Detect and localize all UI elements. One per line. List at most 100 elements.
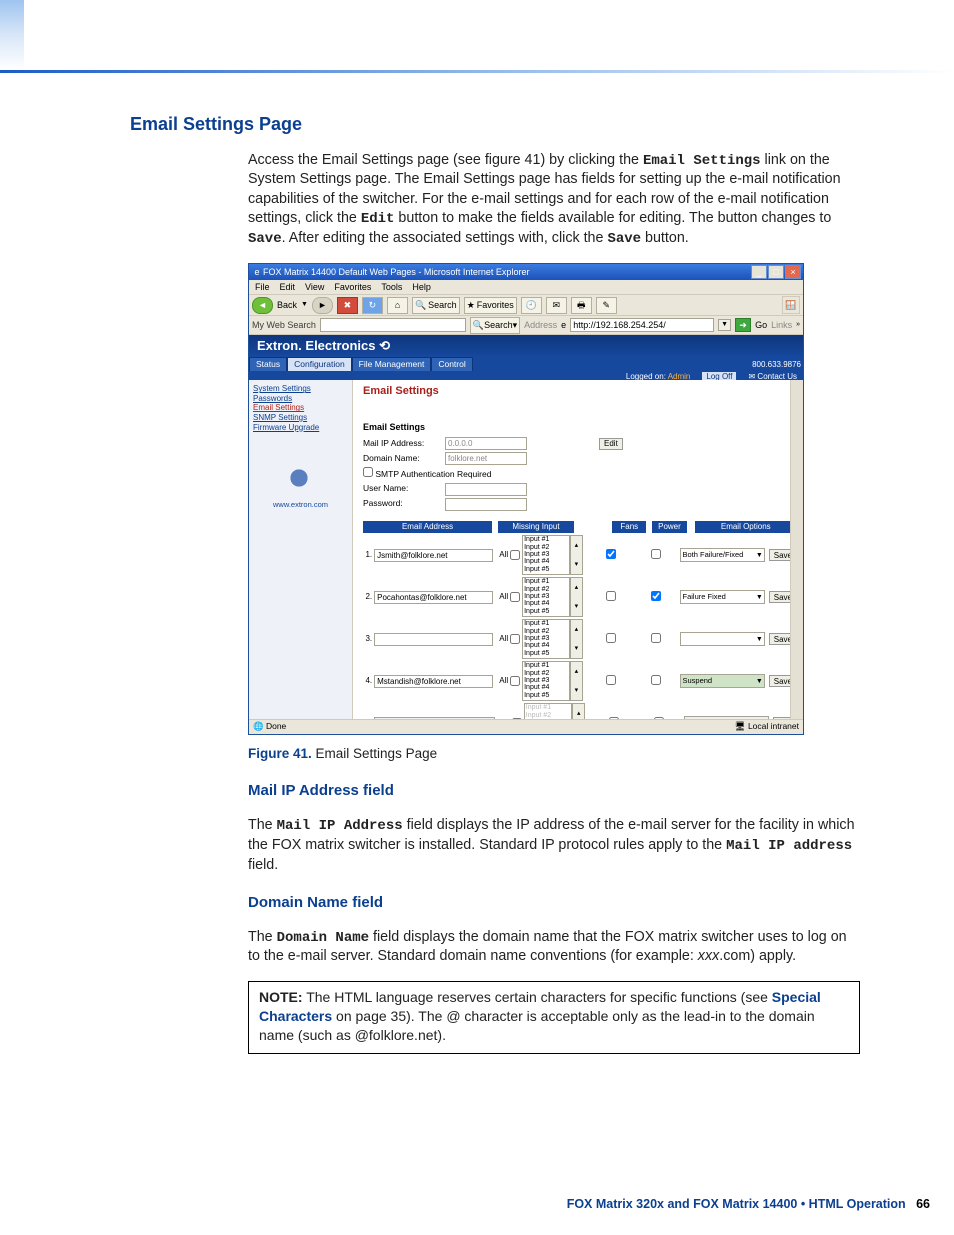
power-cell [640,591,673,605]
fans-checkbox[interactable] [606,591,616,601]
input-list[interactable]: Input #1Input #2Input #3Input #4Input #5 [522,577,570,617]
web-search-input[interactable] [320,318,466,332]
menu-file[interactable]: File [255,281,270,293]
power-checkbox[interactable] [651,675,661,685]
domain-input[interactable] [445,452,527,465]
kw-mail-ip: Mail IP Address [277,818,403,834]
menu-edit[interactable]: Edit [280,281,296,293]
input-list[interactable]: Input #1Input #2Input #3Input #4Input #5 [522,661,570,701]
email-options-select[interactable]: Both Failure/Fixed▼ [680,548,764,562]
links-expand-icon[interactable]: » [796,320,800,329]
input-list-scroll[interactable]: ▴▾ [570,577,583,617]
section-heading: Email Settings [363,421,797,433]
edit-button[interactable]: ✎ [596,297,617,314]
email-row: 2.AllInput #1Input #2Input #3Input #4Inp… [363,577,797,617]
page-favicon-icon: e [561,319,566,331]
email-input[interactable] [374,591,493,604]
menu-tools[interactable]: Tools [381,281,402,293]
side-firmware-upgrade[interactable]: Firmware Upgrade [253,423,348,433]
vertical-scrollbar[interactable] [790,380,803,720]
tab-bar: Status Configuration File Management Con… [249,357,803,371]
scroll-down-icon[interactable]: ▾ [571,681,582,700]
side-system-settings[interactable]: System Settings [253,384,348,394]
scroll-down-icon[interactable]: ▾ [571,597,582,616]
screenshot-ie-window: e FOX Matrix 14400 Default Web Pages - M… [248,263,804,735]
tab-file-management[interactable]: File Management [352,357,432,371]
minimize-button[interactable]: _ [751,265,767,279]
smtp-auth-checkbox[interactable] [363,467,373,477]
web-search-go[interactable]: 🔍Search ▾ [470,317,520,334]
scroll-up-icon[interactable]: ▴ [571,662,582,681]
mail-ip-input[interactable] [445,437,527,450]
refresh-button[interactable]: ↻ [362,297,383,314]
input-list-scroll[interactable]: ▴▾ [570,661,583,701]
option-value: Failure Fixed [682,592,725,602]
input-list-scroll[interactable]: ▴▾ [570,619,583,659]
power-checkbox[interactable] [651,633,661,643]
fans-checkbox[interactable] [606,633,616,643]
domain-heading: Domain Name field [248,893,860,913]
fans-checkbox[interactable] [606,549,616,559]
username-input[interactable] [445,483,527,496]
input-list[interactable]: Input #1Input #2Input #3Input #4Input #5 [522,535,570,575]
menu-bar: File Edit View Favorites Tools Help [249,280,803,295]
scroll-down-icon[interactable]: ▾ [571,639,582,658]
menu-help[interactable]: Help [412,281,431,293]
side-email-settings[interactable]: Email Settings [253,403,348,413]
email-input[interactable] [374,675,493,688]
history-button[interactable]: 🕘 [521,297,542,314]
kw-domain-name: Domain Name [277,930,369,946]
power-checkbox[interactable] [651,549,661,559]
all-checkbox[interactable] [510,592,520,602]
phone-number: 800.633.9876 [752,360,803,371]
all-checkbox[interactable] [510,634,520,644]
power-checkbox[interactable] [651,591,661,601]
password-input[interactable] [445,498,527,511]
email-input[interactable] [374,549,493,562]
home-button[interactable]: ⌂ [387,297,408,314]
email-options-select[interactable]: ▼ [680,632,764,646]
address-input[interactable] [570,318,714,332]
fans-checkbox[interactable] [606,675,616,685]
tab-status[interactable]: Status [249,357,287,371]
go-button[interactable]: ➜ [735,318,751,332]
stop-button[interactable]: ✖ [337,297,358,314]
scroll-up-icon[interactable]: ▴ [571,620,582,639]
close-button[interactable]: × [785,265,801,279]
back-button[interactable]: ◄ [252,297,273,314]
back-dropdown-icon[interactable]: ▼ [301,300,308,309]
all-label: All [499,550,508,561]
address-dropdown-icon[interactable]: ▼ [718,319,731,330]
email-options-select[interactable]: Failure Fixed▼ [680,590,764,604]
favorites-button[interactable]: ★Favorites [464,297,517,314]
extron-url: www.extron.com [253,500,348,510]
edit-settings-button[interactable]: Edit [599,438,623,450]
search-button[interactable]: 🔍Search [412,297,460,314]
forward-button[interactable]: ► [312,297,333,314]
menu-view[interactable]: View [305,281,324,293]
smtp-auth-label: SMTP Authentication Required [375,469,491,479]
all-checkbox[interactable] [510,550,520,560]
mail-button[interactable]: ✉ [546,297,567,314]
all-checkbox[interactable] [510,676,520,686]
power-cell [640,675,673,689]
email-input[interactable] [374,633,493,646]
row-number: 3. [363,634,372,645]
email-options-select[interactable]: Suspend▼ [680,674,764,688]
footer-page: 66 [916,1197,930,1211]
tab-configuration[interactable]: Configuration [287,357,352,371]
side-snmp-settings[interactable]: SNMP Settings [253,413,348,423]
scroll-up-icon[interactable]: ▴ [571,536,582,555]
scroll-up-icon[interactable]: ▴ [571,578,582,597]
menu-favorites[interactable]: Favorites [334,281,371,293]
tab-control[interactable]: Control [431,357,472,371]
all-label: All [499,634,508,645]
print-button[interactable]: 🖶 [571,297,592,314]
address-label: Address [524,319,557,331]
side-passwords[interactable]: Passwords [253,394,348,404]
input-list-scroll[interactable]: ▴▾ [570,535,583,575]
scroll-down-icon[interactable]: ▾ [571,555,582,574]
input-list[interactable]: Input #1Input #2Input #3Input #4Input #5 [522,619,570,659]
fans-cell [595,549,628,563]
maximize-button[interactable]: □ [768,265,784,279]
